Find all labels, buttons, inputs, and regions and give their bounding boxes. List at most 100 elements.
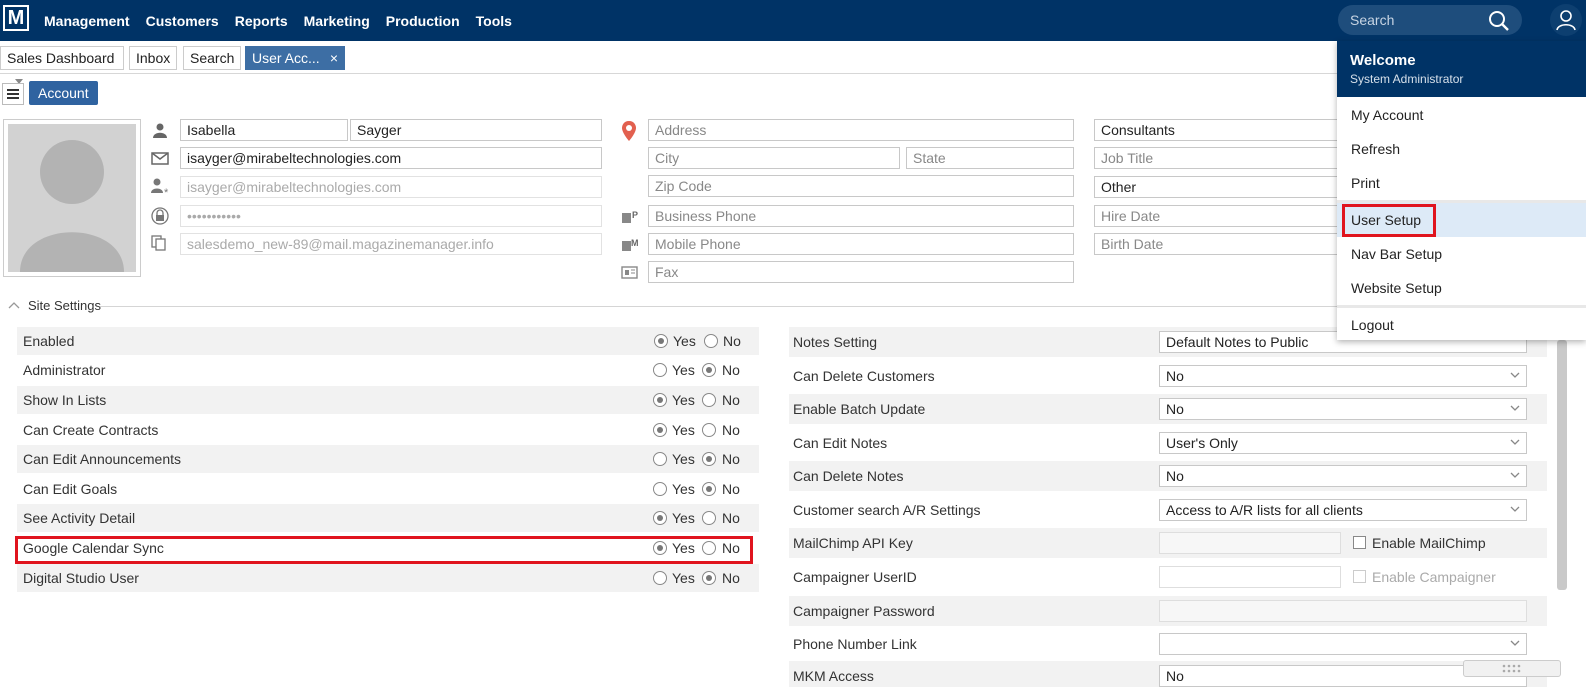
menu-item-label: Nav Bar Setup: [1351, 246, 1443, 262]
menu-icon: [7, 89, 19, 91]
address-field[interactable]: Address: [648, 119, 1074, 141]
enable-mailchimp-checkbox[interactable]: [1353, 536, 1366, 549]
avatar-silhouette-icon: [20, 140, 124, 272]
can-create-contracts-no-radio[interactable]: [702, 423, 716, 437]
show-in-lists-yes-radio[interactable]: [653, 393, 667, 407]
menu-item-my-account[interactable]: My Account: [1337, 99, 1586, 131]
can-delete-customers-select[interactable]: No: [1159, 365, 1527, 387]
profile-photo[interactable]: [3, 119, 141, 277]
first-name-field[interactable]: Isabella: [180, 119, 348, 141]
svg-text:M: M: [631, 238, 639, 248]
chevron-down-icon: [1510, 640, 1520, 646]
menu-production[interactable]: Production: [386, 13, 460, 29]
birth-date-field[interactable]: Birth Date: [1094, 233, 1344, 255]
state-field[interactable]: State: [906, 147, 1074, 169]
account-button[interactable]: Account: [29, 81, 98, 105]
setting-row-see-activity-detail: See Activity Detail Yes No: [17, 504, 759, 532]
mobile-phone-field[interactable]: Mobile Phone: [648, 233, 1074, 255]
see-activity-detail-yes-radio[interactable]: [653, 511, 667, 525]
administrator-no-radio[interactable]: [702, 363, 716, 377]
tab-sales-dashboard[interactable]: Sales Dashboard: [0, 46, 124, 84]
job-title-field[interactable]: Job Title: [1094, 147, 1344, 169]
chevron-up-icon[interactable]: [8, 301, 20, 309]
can-edit-announcements-yes-radio[interactable]: [653, 452, 667, 466]
setting-label: Campaigner UserID: [793, 569, 917, 585]
setting-row-show-in-lists: Show In Lists Yes No: [17, 386, 759, 414]
select-value: No: [1166, 468, 1184, 484]
mailchimp-api-key-input[interactable]: [1159, 532, 1341, 554]
user-avatar-button[interactable]: [1550, 4, 1582, 36]
see-activity-detail-no-radio[interactable]: [702, 511, 716, 525]
setting-label: Enabled: [23, 333, 75, 349]
setting-label: Administrator: [23, 362, 106, 378]
show-in-lists-no-radio[interactable]: [702, 393, 716, 407]
digital-studio-user-no-radio[interactable]: [702, 571, 716, 585]
user-setup-highlight: [1342, 204, 1436, 237]
zip-code-field[interactable]: Zip Code: [648, 175, 1074, 197]
last-name-field[interactable]: Sayger: [350, 119, 602, 141]
app-logo[interactable]: M: [3, 5, 29, 31]
radio-label: No: [722, 422, 740, 438]
menu-reports[interactable]: Reports: [235, 13, 288, 29]
menu-tools[interactable]: Tools: [476, 13, 512, 29]
can-edit-goals-no-radio[interactable]: [702, 482, 716, 496]
menu-item-nav-bar-setup[interactable]: Nav Bar Setup: [1337, 238, 1586, 270]
resize-handle[interactable]: [1463, 660, 1561, 677]
menu-item-print[interactable]: Print: [1337, 167, 1586, 199]
ar-settings-select[interactable]: Access to A/R lists for all clients: [1159, 499, 1527, 521]
site-settings-section-header[interactable]: Site Settings: [0, 298, 1340, 313]
close-icon[interactable]: ×: [330, 47, 338, 69]
chevron-down-icon: [1510, 439, 1520, 445]
user-icon: [1556, 10, 1576, 31]
setting-label: Can Edit Announcements: [23, 451, 181, 467]
location-pin-icon: [622, 121, 636, 141]
radio-label: Yes: [672, 392, 695, 408]
person-icon: [153, 123, 167, 138]
enabled-no-radio[interactable]: [704, 334, 718, 348]
department-select[interactable]: Consultants: [1094, 119, 1344, 141]
digital-studio-user-yes-radio[interactable]: [653, 571, 667, 585]
enabled-yes-radio[interactable]: [654, 334, 668, 348]
tab-user-account[interactable]: User Acc... ×: [245, 46, 345, 70]
can-edit-notes-select[interactable]: User's Only: [1159, 432, 1527, 454]
can-edit-goals-yes-radio[interactable]: [653, 482, 667, 496]
city-field[interactable]: City: [648, 147, 900, 169]
setting-row-campaigner-userid: Campaigner UserID Enable Campaigner: [789, 562, 1547, 592]
menu-item-logout[interactable]: Logout: [1337, 309, 1586, 341]
menu-item-refresh[interactable]: Refresh: [1337, 133, 1586, 165]
business-phone-field[interactable]: Business Phone: [648, 205, 1074, 227]
fax-field[interactable]: Fax: [648, 261, 1074, 283]
vertical-scrollbar[interactable]: [1557, 340, 1567, 590]
campaigner-userid-input[interactable]: [1159, 566, 1341, 588]
tab-inbox[interactable]: Inbox: [129, 46, 178, 70]
divider: [100, 306, 1340, 307]
select-value: Default Notes to Public: [1166, 334, 1309, 350]
menu-marketing[interactable]: Marketing: [304, 13, 370, 29]
menu-item-label: My Account: [1351, 107, 1424, 123]
setting-row-enabled: Enabled Yes No: [17, 327, 759, 355]
administrator-yes-radio[interactable]: [653, 363, 667, 377]
global-search-input[interactable]: Search: [1338, 5, 1522, 35]
mobile-phone-icon: M: [622, 238, 639, 251]
hire-date-field[interactable]: Hire Date: [1094, 205, 1344, 227]
can-delete-notes-select[interactable]: No: [1159, 465, 1527, 487]
menu-customers[interactable]: Customers: [146, 13, 219, 29]
menu-management[interactable]: Management: [44, 13, 130, 29]
can-create-contracts-yes-radio[interactable]: [653, 423, 667, 437]
can-edit-announcements-no-radio[interactable]: [702, 452, 716, 466]
employee-type-select[interactable]: Other: [1094, 176, 1344, 198]
checkbox-label: Enable MailChimp: [1372, 535, 1486, 551]
hamburger-menu-button[interactable]: [2, 83, 24, 105]
setting-label: Can Delete Customers: [793, 368, 935, 384]
radio-label: Yes: [673, 333, 696, 349]
radio-label: Yes: [672, 570, 695, 586]
tab-search[interactable]: Search: [183, 46, 242, 70]
menu-item-website-setup[interactable]: Website Setup: [1337, 272, 1586, 304]
campaigner-password-input[interactable]: [1159, 600, 1527, 622]
search-icon[interactable]: [1488, 10, 1510, 32]
phone-number-link-select[interactable]: [1159, 633, 1527, 655]
email-field[interactable]: isayger@mirabeltechnologies.com: [180, 147, 602, 169]
radio-label: Yes: [672, 422, 695, 438]
chevron-down-icon: [1510, 472, 1520, 478]
enable-batch-update-select[interactable]: No: [1159, 398, 1527, 420]
